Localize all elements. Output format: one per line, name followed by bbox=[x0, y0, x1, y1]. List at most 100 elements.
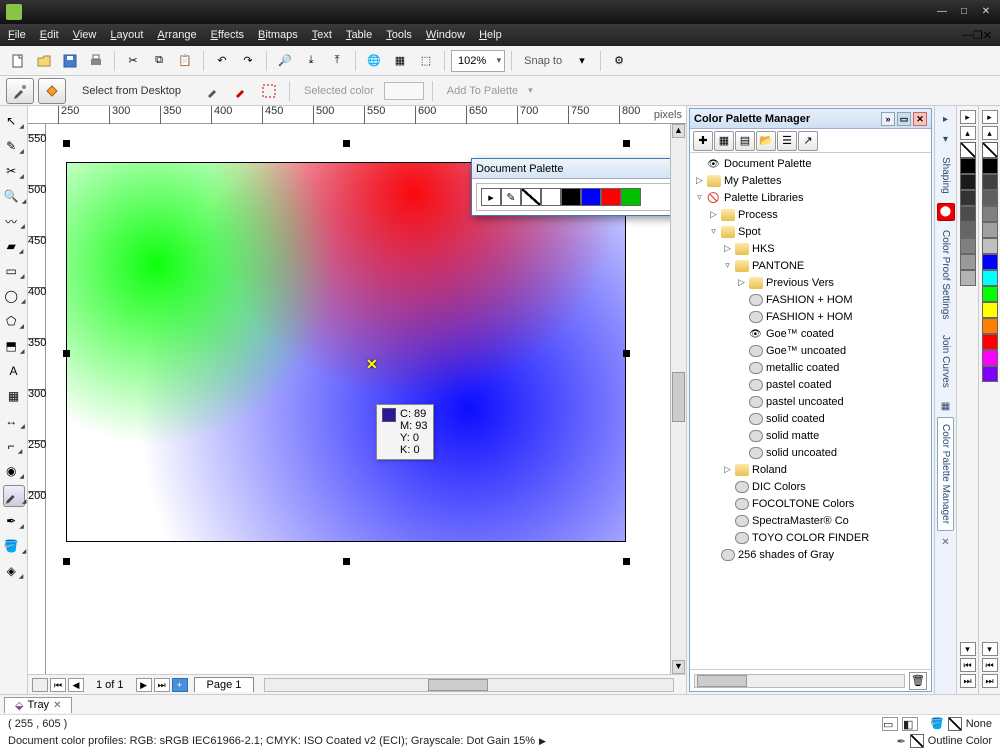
drawing-canvas[interactable]: ✕ C: 89 M: 93 Y: 0 K: 0 Document Palette… bbox=[46, 124, 670, 674]
tree-expander[interactable]: ▷ bbox=[708, 209, 719, 220]
tree-row[interactable]: metallic coated bbox=[690, 359, 931, 376]
tree-row[interactable]: pastel coated bbox=[690, 376, 931, 393]
default-palette-swatch[interactable] bbox=[982, 254, 998, 270]
docker-horizontal-scrollbar[interactable] bbox=[694, 674, 905, 688]
canvas-horizontal-scrollbar[interactable] bbox=[264, 678, 674, 692]
shaping-tab[interactable]: Shaping bbox=[937, 150, 954, 201]
paste-button[interactable]: 📋 bbox=[173, 49, 197, 73]
doc-restore-button[interactable]: ❐ bbox=[973, 29, 983, 42]
default-palette-swatch[interactable] bbox=[982, 222, 998, 238]
default-palette-menu-button[interactable]: ▸ bbox=[982, 110, 998, 124]
maximize-button[interactable]: □ bbox=[956, 6, 972, 18]
first-page-button[interactable]: ⏮ bbox=[50, 678, 66, 692]
tree-expander[interactable] bbox=[736, 362, 747, 373]
default-palette-swatch[interactable] bbox=[982, 318, 998, 334]
selection-handle[interactable] bbox=[623, 140, 630, 147]
doc-palette-swatch[interactable] bbox=[601, 188, 621, 206]
default-palette-swatch[interactable] bbox=[982, 334, 998, 350]
copy-button[interactable]: ⧉ bbox=[147, 49, 171, 73]
tree-expander[interactable]: ▷ bbox=[722, 464, 733, 475]
delete-palette-button[interactable]: 🗑 bbox=[909, 672, 927, 690]
tree-expander[interactable] bbox=[722, 498, 733, 509]
minimize-button[interactable]: — bbox=[934, 6, 950, 18]
tray-tab[interactable]: ⬙ Tray ✕ bbox=[4, 697, 72, 713]
default-palette-swatch[interactable] bbox=[982, 158, 998, 174]
gray-palette-swatch[interactable] bbox=[960, 158, 976, 174]
last-page-button[interactable]: ⏭ bbox=[154, 678, 170, 692]
gray-palette-up-button[interactable]: ▴ bbox=[960, 126, 976, 140]
table-tool[interactable]: ▦ bbox=[3, 385, 25, 407]
tree-row[interactable]: solid matte bbox=[690, 427, 931, 444]
default-palette-swatch[interactable] bbox=[982, 238, 998, 254]
gray-palette-none-swatch[interactable] bbox=[960, 142, 976, 158]
selection-handle[interactable] bbox=[343, 140, 350, 147]
doc-palette-swatch[interactable] bbox=[581, 188, 601, 206]
tree-expander[interactable] bbox=[736, 413, 747, 424]
zoom-combo[interactable]: 102% bbox=[451, 50, 505, 72]
doc-close-button[interactable]: ✕ bbox=[983, 29, 992, 42]
gray-palette-swatch[interactable] bbox=[960, 270, 976, 286]
sample-5x5-button[interactable] bbox=[257, 79, 281, 103]
gray-palette-swatch[interactable] bbox=[960, 222, 976, 238]
tree-expander[interactable] bbox=[708, 549, 719, 560]
text-tool[interactable]: A bbox=[3, 360, 25, 382]
new-button[interactable] bbox=[6, 49, 30, 73]
cut-button[interactable]: ✂ bbox=[121, 49, 145, 73]
default-palette-none-swatch[interactable] bbox=[982, 142, 998, 158]
tree-row[interactable]: ▷My Palettes bbox=[690, 172, 931, 189]
profiles-dropdown-icon[interactable]: ▶ bbox=[539, 736, 546, 747]
gray-palette-menu-button[interactable]: ▸ bbox=[960, 110, 976, 124]
doc-palette-swatch[interactable] bbox=[541, 188, 561, 206]
import-button[interactable]: ⤓ bbox=[299, 49, 323, 73]
palette-editor-button[interactable]: ☰ bbox=[777, 131, 797, 151]
default-palette-left-button[interactable]: ⏮ bbox=[982, 658, 998, 672]
menu-effects[interactable]: Effects bbox=[211, 29, 244, 41]
document-palette-window[interactable]: Document Palette ✕ ▸ ✎ bbox=[471, 158, 670, 216]
tree-expander[interactable] bbox=[736, 447, 747, 458]
print-button[interactable] bbox=[84, 49, 108, 73]
tree-expander[interactable] bbox=[722, 532, 733, 543]
docker-collapse-icon[interactable]: ▾ bbox=[937, 130, 955, 148]
tree-expander[interactable] bbox=[736, 396, 747, 407]
snap-to-dropdown[interactable]: ▾ bbox=[570, 49, 594, 73]
rectangle-tool[interactable]: ▭◢ bbox=[3, 260, 25, 282]
default-palette-swatch[interactable] bbox=[982, 270, 998, 286]
paintbucket-mode-button[interactable] bbox=[38, 78, 66, 104]
selection-handle[interactable] bbox=[63, 558, 70, 565]
menu-arrange[interactable]: Arrange bbox=[157, 29, 196, 41]
default-palette-swatch[interactable] bbox=[982, 302, 998, 318]
tree-row[interactable]: FOCOLTONE Colors bbox=[690, 495, 931, 512]
new-from-selection-button[interactable]: ▦ bbox=[714, 131, 734, 151]
menu-help[interactable]: Help bbox=[479, 29, 502, 41]
doc-palette-swatch[interactable] bbox=[561, 188, 581, 206]
selection-handle[interactable] bbox=[623, 350, 630, 357]
fill-indicator[interactable]: 🪣 None bbox=[930, 717, 992, 731]
color-palette-manager-tab[interactable]: Color Palette Manager bbox=[937, 417, 954, 531]
add-to-palette-button[interactable]: Add To Palette bbox=[447, 85, 518, 97]
palette-export-button[interactable]: ↗ bbox=[798, 131, 818, 151]
gray-palette-swatch[interactable] bbox=[960, 174, 976, 190]
docker-close-button[interactable]: ✕ bbox=[913, 112, 927, 126]
new-from-document-button[interactable]: ▤ bbox=[735, 131, 755, 151]
menu-view[interactable]: View bbox=[73, 29, 97, 41]
page-tab[interactable]: Page 1 bbox=[194, 677, 255, 692]
pick-tool[interactable]: ↖◢ bbox=[3, 110, 25, 132]
connector-tool[interactable]: ⌐◢ bbox=[3, 435, 25, 457]
hints-tab-icon[interactable]: ▸ bbox=[937, 110, 955, 128]
new-palette-button[interactable]: ✚ bbox=[693, 131, 713, 151]
cpm-icon[interactable]: ▦ bbox=[937, 397, 955, 415]
gray-palette-swatch[interactable] bbox=[960, 238, 976, 254]
default-palette-swatch[interactable] bbox=[982, 366, 998, 382]
prev-page-button[interactable]: ◀ bbox=[68, 678, 84, 692]
shape-tool[interactable]: ✎◢ bbox=[3, 135, 25, 157]
tree-row[interactable]: ▷HKS bbox=[690, 240, 931, 257]
tree-expander[interactable] bbox=[736, 379, 747, 390]
docker-tabs-close-button[interactable]: ✕ bbox=[941, 537, 949, 548]
tree-expander[interactable] bbox=[722, 515, 733, 526]
menu-edit[interactable]: Edit bbox=[40, 29, 59, 41]
polygon-tool[interactable]: ⬠◢ bbox=[3, 310, 25, 332]
export-button[interactable]: ⤒ bbox=[325, 49, 349, 73]
docker-undock-button[interactable]: ▭ bbox=[897, 112, 911, 126]
selection-handle[interactable] bbox=[343, 558, 350, 565]
default-palette-swatch[interactable] bbox=[982, 286, 998, 302]
